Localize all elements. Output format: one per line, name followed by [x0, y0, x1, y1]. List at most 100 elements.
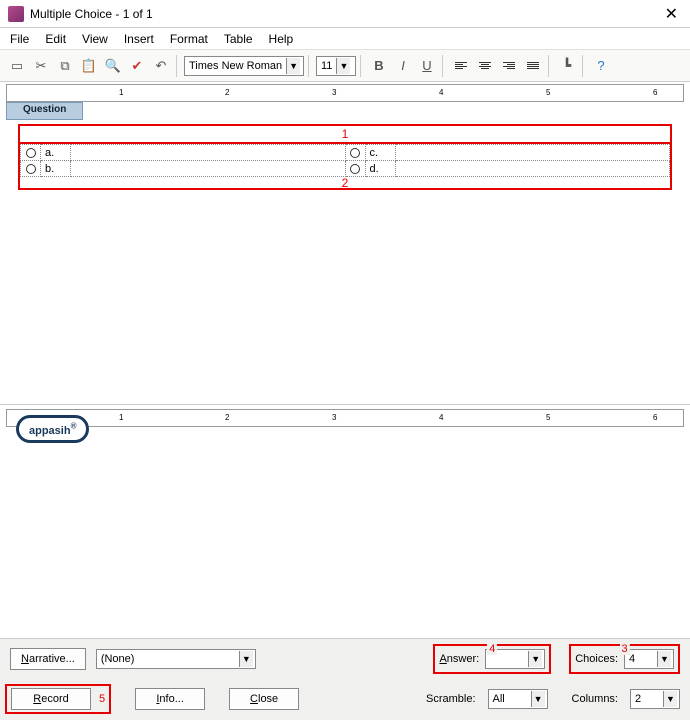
- scramble-select[interactable]: All ▼: [488, 689, 548, 709]
- scramble-label: Scramble:: [426, 693, 476, 705]
- bold-button[interactable]: B: [368, 55, 390, 77]
- separator: [582, 55, 586, 77]
- menu-help[interactable]: Help: [269, 32, 294, 46]
- menu-format[interactable]: Format: [170, 32, 208, 46]
- editor-area[interactable]: 1 a. c. b. d. 2: [0, 120, 690, 404]
- record-highlight: Record 5: [5, 684, 111, 714]
- font-value: Times New Roman: [189, 60, 282, 72]
- editor-whitespace[interactable]: [18, 190, 672, 400]
- choice-letter: a.: [41, 145, 71, 161]
- help-icon[interactable]: ?: [590, 55, 612, 77]
- align-right-button[interactable]: [498, 55, 520, 77]
- underline-button[interactable]: U: [416, 55, 438, 77]
- ruler-label: 4: [439, 88, 443, 97]
- choice-text-c[interactable]: [395, 145, 670, 161]
- narrative-value: (None): [101, 653, 135, 665]
- annotation-3: 3: [620, 643, 630, 655]
- ruler-label: 3: [332, 88, 336, 97]
- annotation-4: 4: [487, 643, 497, 655]
- footer-row-1: Narrative... (None) ▼ 4 Answer: ▼ 3 Choi…: [0, 639, 690, 679]
- choice-text-a[interactable]: [71, 145, 346, 161]
- menu-file[interactable]: File: [10, 32, 29, 46]
- undo-icon[interactable]: ↶: [150, 55, 172, 77]
- ruler-label: 1: [119, 413, 123, 422]
- choices-value: 4: [629, 653, 635, 665]
- answer-highlight: 4 Answer: ▼: [433, 644, 551, 674]
- cut-icon[interactable]: ✂: [30, 55, 52, 77]
- choices-box: a. c. b. d. 2: [18, 142, 672, 190]
- italic-button[interactable]: I: [392, 55, 414, 77]
- choice-text-b[interactable]: [71, 161, 346, 177]
- align-left-button[interactable]: [450, 55, 472, 77]
- choice-letter: b.: [41, 161, 71, 177]
- chevron-down-icon: ▼: [657, 651, 671, 667]
- font-combo[interactable]: Times New Roman ▼: [184, 56, 304, 76]
- table-row: b. d.: [21, 161, 670, 177]
- narrative-button[interactable]: Narrative...: [10, 648, 86, 670]
- answer-label: Answer:: [439, 653, 479, 665]
- chevron-down-icon: ▼: [286, 58, 300, 74]
- chevron-down-icon: ▼: [531, 691, 545, 707]
- ruler-bottom[interactable]: 1 2 3 4 5 6: [6, 409, 684, 427]
- ruler-top[interactable]: 1 2 3 4 5 6: [6, 84, 684, 102]
- close-icon[interactable]: ✕: [661, 4, 682, 24]
- window-title: Multiple Choice - 1 of 1: [30, 7, 661, 21]
- size-combo[interactable]: 11 ▼: [316, 56, 356, 76]
- menu-insert[interactable]: Insert: [124, 32, 154, 46]
- toolbar: ▭ ✂ ⧉ 📋 🔍 ✔ ↶ Times New Roman ▼ 11 ▼ B I…: [0, 50, 690, 82]
- choices-select[interactable]: 4 ▼: [624, 649, 674, 669]
- paste-icon[interactable]: 📋: [78, 55, 100, 77]
- search-icon[interactable]: 🔍: [102, 55, 124, 77]
- choices-table: a. c. b. d.: [20, 144, 670, 177]
- spellcheck-icon[interactable]: ✔: [126, 55, 148, 77]
- separator: [548, 55, 552, 77]
- align-center-button[interactable]: [474, 55, 496, 77]
- columns-value: 2: [635, 693, 641, 705]
- ruler-label: 6: [653, 413, 657, 422]
- choice-text-d[interactable]: [395, 161, 670, 177]
- second-pane: 1 2 3 4 5 6 appasih®: [0, 404, 690, 427]
- ruler-label: 2: [225, 413, 229, 422]
- title-bar: Multiple Choice - 1 of 1 ✕: [0, 0, 690, 28]
- choices-highlight: 3 Choices: 4 ▼: [569, 644, 680, 674]
- choice-radio-d[interactable]: [345, 161, 365, 177]
- question-text-box[interactable]: 1: [18, 124, 672, 144]
- separator: [360, 55, 364, 77]
- ruler-label: 4: [439, 413, 443, 422]
- ruler-label: 6: [653, 88, 657, 97]
- bullet-icon[interactable]: ┗: [556, 55, 578, 77]
- chevron-down-icon: ▼: [663, 691, 677, 707]
- new-icon[interactable]: ▭: [6, 55, 28, 77]
- copy-icon[interactable]: ⧉: [54, 55, 76, 77]
- scramble-value: All: [493, 693, 505, 705]
- ruler-label: 2: [225, 88, 229, 97]
- separator: [176, 55, 180, 77]
- watermark-logo: appasih®: [16, 415, 89, 443]
- choice-radio-a[interactable]: [21, 145, 41, 161]
- chevron-down-icon: ▼: [336, 58, 350, 74]
- record-button[interactable]: Record: [11, 688, 91, 710]
- ruler-label: 1: [119, 88, 123, 97]
- columns-select[interactable]: 2 ▼: [630, 689, 680, 709]
- tab-question[interactable]: Question: [6, 102, 83, 120]
- footer-panel: Narrative... (None) ▼ 4 Answer: ▼ 3 Choi…: [0, 638, 690, 720]
- annotation-5: 5: [99, 693, 105, 705]
- info-button[interactable]: Info...: [135, 688, 205, 710]
- choice-radio-c[interactable]: [345, 145, 365, 161]
- separator: [442, 55, 446, 77]
- ruler-label: 3: [332, 413, 336, 422]
- footer-row-2: Record 5 Info... Close Scramble: All ▼ C…: [0, 679, 690, 719]
- menu-view[interactable]: View: [82, 32, 108, 46]
- annotation-2: 2: [342, 176, 349, 190]
- choice-letter: c.: [365, 145, 395, 161]
- menu-edit[interactable]: Edit: [45, 32, 66, 46]
- ruler-label: 5: [546, 413, 550, 422]
- menu-table[interactable]: Table: [224, 32, 253, 46]
- align-justify-button[interactable]: [522, 55, 544, 77]
- close-button[interactable]: Close: [229, 688, 299, 710]
- choice-radio-b[interactable]: [21, 161, 41, 177]
- choices-label: Choices:: [575, 653, 618, 665]
- choice-letter: d.: [365, 161, 395, 177]
- app-icon: [8, 6, 24, 22]
- narrative-select[interactable]: (None) ▼: [96, 649, 256, 669]
